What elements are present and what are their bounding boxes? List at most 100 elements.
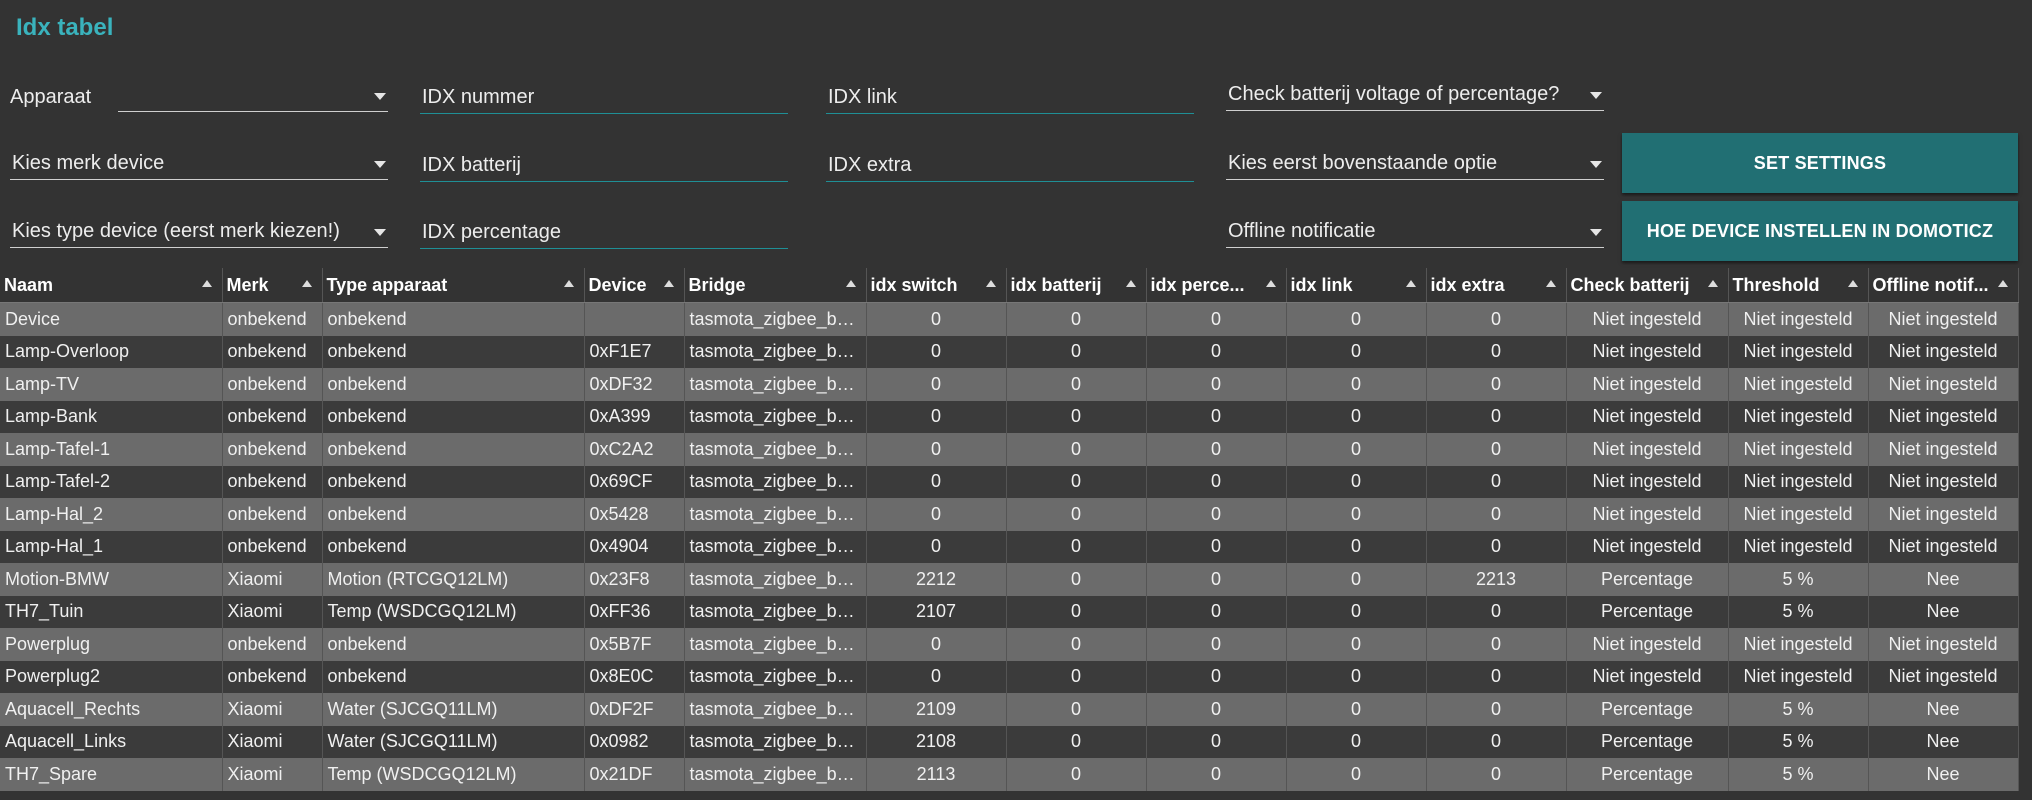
offline-notificatie-select[interactable]: Offline notificatie <box>1226 214 1604 248</box>
sort-arrow-icon[interactable] <box>663 280 674 287</box>
column-header[interactable]: idx batterij <box>1006 268 1147 303</box>
check-batterij-label: Check batterij voltage of percentage? <box>1228 83 1560 105</box>
table-cell: Niet ingesteld <box>1868 433 2019 466</box>
table-cell: 0xFF36 <box>584 595 685 628</box>
merk-select[interactable]: Kies merk device <box>10 146 388 180</box>
table-cell: Niet ingesteld <box>1728 433 1869 466</box>
chevron-down-icon <box>1590 229 1602 236</box>
table-cell: onbekend <box>222 628 323 661</box>
table-row[interactable]: Powerplug2 onbekend onbekend 0x8E0C tasmota_… <box>0 660 2019 693</box>
column-header[interactable]: Check batterij <box>1566 268 1729 303</box>
table-cell: tasmota_zigbee_bri... <box>684 530 867 563</box>
table-cell: 0 <box>866 530 1007 563</box>
table-row[interactable]: Motion-BMW Xiaomi Motion (RTCGQ12LM) 0x23F8… <box>0 563 2019 596</box>
table-cell: 0 <box>1146 693 1287 726</box>
type-select[interactable]: Kies type device (eerst merk kiezen!) <box>10 214 388 248</box>
table-cell: 0 <box>1006 368 1147 401</box>
sort-arrow-icon[interactable] <box>1707 280 1718 287</box>
column-header[interactable]: idx extra <box>1426 268 1567 303</box>
table-cell: Device <box>0 302 223 336</box>
table-cell: onbekend <box>222 433 323 466</box>
table-cell: Niet ingesteld <box>1566 628 1729 661</box>
sort-arrow-icon[interactable] <box>1125 280 1136 287</box>
table-cell: 0 <box>1146 335 1287 368</box>
sort-arrow-icon[interactable] <box>1545 280 1556 287</box>
hoe-device-instellen-button[interactable]: HOE DEVICE INSTELLEN IN DOMOTICZ <box>1622 201 2018 261</box>
table-row[interactable]: Lamp-Tafel-1 onbekend onbekend 0xC2A2 tasmot… <box>0 433 2019 466</box>
sort-arrow-icon[interactable] <box>563 280 574 287</box>
table-row[interactable]: Powerplug onbekend onbekend 0x5B7F tasmota_z… <box>0 628 2019 661</box>
table-row[interactable]: Device onbekend onbekend tasmota_zigbee_bri… <box>0 302 2019 336</box>
column-header[interactable]: Bridge <box>684 268 867 303</box>
sort-arrow-icon[interactable] <box>845 280 856 287</box>
sort-arrow-icon[interactable] <box>1405 280 1416 287</box>
column-header[interactable]: idx perce... <box>1146 268 1287 303</box>
sort-arrow-icon[interactable] <box>201 280 212 287</box>
table-cell: 0 <box>1146 660 1287 693</box>
sort-arrow-icon[interactable] <box>301 280 312 287</box>
idx-link-input[interactable]: IDX link <box>826 80 1194 114</box>
table-cell: Niet ingesteld <box>1566 498 1729 531</box>
table-cell: 2109 <box>866 693 1007 726</box>
column-header[interactable]: Naam <box>0 268 223 303</box>
sort-arrow-icon[interactable] <box>1265 280 1276 287</box>
table-row[interactable]: Lamp-TV onbekend onbekend 0xDF32 tasmota_zig… <box>0 368 2019 401</box>
table-row[interactable]: Lamp-Hal_2 onbekend onbekend 0x5428 tasmota_… <box>0 498 2019 531</box>
column-header-label: Threshold <box>1732 274 1820 295</box>
table-row[interactable]: Lamp-Bank onbekend onbekend 0xA399 tasmota_z… <box>0 400 2019 433</box>
table-cell: 0 <box>1426 335 1567 368</box>
table-cell: tasmota_zigbee_bri... <box>684 368 867 401</box>
table-cell: 0 <box>1286 628 1427 661</box>
table-cell: onbekend <box>222 302 323 336</box>
table-cell: 0 <box>1006 693 1147 726</box>
check-batterij-select[interactable]: Check batterij voltage of percentage? <box>1226 77 1604 111</box>
table-cell: 0 <box>1146 498 1287 531</box>
sort-arrow-icon[interactable] <box>1847 280 1858 287</box>
table-cell: 0 <box>1146 368 1287 401</box>
table-cell: 0 <box>1426 400 1567 433</box>
sort-arrow-icon[interactable] <box>985 280 996 287</box>
table-cell: 0x5B7F <box>584 628 685 661</box>
chevron-down-icon <box>1590 161 1602 168</box>
column-header[interactable]: idx link <box>1286 268 1427 303</box>
column-header[interactable]: idx switch <box>866 268 1007 303</box>
table-row[interactable]: Lamp-Tafel-2 onbekend onbekend 0x69CF tasmot… <box>0 465 2019 498</box>
idx-extra-input[interactable]: IDX extra <box>826 148 1194 182</box>
idx-nummer-input[interactable]: IDX nummer <box>420 80 788 114</box>
table-cell: tasmota_zigbee_bri... <box>684 693 867 726</box>
column-header[interactable]: Type apparaat <box>322 268 585 303</box>
table-row[interactable]: Lamp-Overloop onbekend onbekend 0xF1E7 tasmo… <box>0 335 2019 368</box>
table-cell: Xiaomi <box>222 563 323 596</box>
column-header[interactable]: Offline notif... <box>1868 268 2019 303</box>
table-cell: 0 <box>1286 433 1427 466</box>
table-row[interactable]: Lamp-Hal_1 onbekend onbekend 0x4904 tasmota_… <box>0 530 2019 563</box>
kies-optie-select[interactable]: Kies eerst bovenstaande optie <box>1226 146 1604 180</box>
idx-percentage-placeholder: IDX percentage <box>422 221 561 243</box>
table-cell: Aquacell_Rechts <box>0 693 223 726</box>
table-cell: Niet ingesteld <box>1728 465 1869 498</box>
table-cell: Niet ingesteld <box>1728 368 1869 401</box>
table-cell: onbekend <box>322 302 585 336</box>
table-cell: 5 % <box>1728 758 1869 791</box>
idx-percentage-input[interactable]: IDX percentage <box>420 215 788 249</box>
table-cell: 0 <box>1006 433 1147 466</box>
column-header[interactable]: Merk <box>222 268 323 303</box>
table-row[interactable]: TH7_Spare Xiaomi Temp (WSDCGQ12LM) 0x21DF ta… <box>0 758 2019 791</box>
table-row[interactable]: TH7_Tuin Xiaomi Temp (WSDCGQ12LM) 0xFF36 tas… <box>0 595 2019 628</box>
column-header-label: idx switch <box>870 274 958 295</box>
table-cell: Xiaomi <box>222 725 323 758</box>
column-header[interactable]: Device <box>584 268 685 303</box>
table-cell: Niet ingesteld <box>1728 628 1869 661</box>
table-row[interactable]: Aquacell_Rechts Xiaomi Water (SJCGQ11LM) 0x… <box>0 693 2019 726</box>
table-row[interactable]: Aquacell_Links Xiaomi Water (SJCGQ11LM) 0x0… <box>0 725 2019 758</box>
apparaat-select[interactable] <box>118 78 388 112</box>
idx-batterij-input[interactable]: IDX batterij <box>420 148 788 182</box>
table-cell: 0 <box>1286 595 1427 628</box>
set-settings-button[interactable]: SET SETTINGS <box>1622 133 2018 193</box>
table-cell: Niet ingesteld <box>1868 368 2019 401</box>
column-header[interactable]: Threshold <box>1728 268 1869 303</box>
table-cell: 0 <box>1006 725 1147 758</box>
sort-arrow-icon[interactable] <box>1997 280 2008 287</box>
table-cell: onbekend <box>222 368 323 401</box>
table-cell: Niet ingesteld <box>1566 302 1729 336</box>
